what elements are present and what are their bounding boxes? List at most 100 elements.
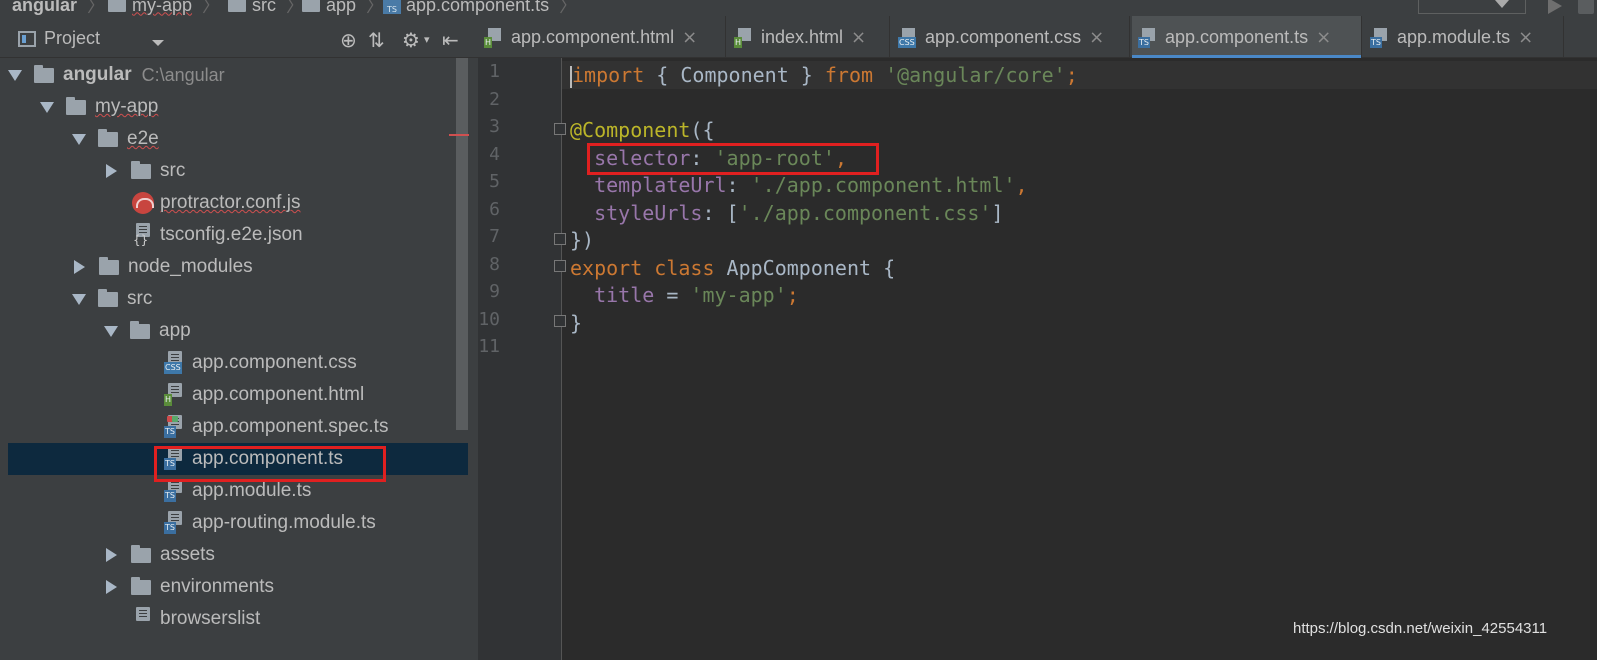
breadcrumb-src[interactable]: src 〉 — [228, 0, 304, 16]
breadcrumb-label: app.component.ts — [406, 0, 550, 15]
close-icon[interactable]: × — [851, 27, 866, 48]
code-token: ({ — [690, 118, 715, 142]
tree-item-tsconfig-e2e[interactable]: {} tsconfig.e2e.json — [8, 219, 468, 251]
expand-arrow-icon[interactable] — [72, 133, 86, 145]
code-editor[interactable]: import { Component } from '@angular/core… — [570, 58, 1597, 660]
code-token: ; — [1065, 63, 1078, 87]
tab-app-module[interactable]: TS app.module.ts × — [1364, 16, 1564, 58]
html-file-icon: H — [484, 26, 504, 48]
tree-item-angular[interactable]: angular C:\angular — [8, 59, 468, 91]
breadcrumb-app[interactable]: app 〉 — [302, 0, 384, 16]
string-literal: '@angular/core' — [885, 63, 1066, 87]
protractor-icon — [132, 192, 154, 214]
tree-item-app-component-css[interactable]: CSS app.component.css — [8, 347, 468, 379]
project-scrollbar[interactable] — [456, 58, 468, 430]
expand-arrow-icon[interactable] — [40, 101, 54, 113]
collapse-arrow-icon[interactable] — [106, 580, 117, 594]
property-title: title — [570, 283, 655, 307]
collapse-arrow-icon[interactable] — [106, 164, 117, 178]
folder-icon — [99, 256, 119, 275]
fold-marker-icon[interactable] — [554, 260, 566, 272]
collapse-arrow-icon[interactable] — [106, 548, 117, 562]
line-number: 1 — [489, 61, 500, 82]
tree-item-node-modules[interactable]: node_modules — [8, 251, 468, 283]
close-icon[interactable]: × — [1089, 27, 1104, 48]
breadcrumb-separator: 〉 — [202, 0, 221, 16]
tree-item-app-routing-module[interactable]: TS app-routing.module.ts — [8, 507, 468, 539]
breadcrumb-angular[interactable]: angular 〉 — [0, 0, 105, 16]
code-token: : — [690, 146, 715, 170]
close-icon[interactable]: × — [1316, 27, 1331, 48]
fold-marker-icon[interactable] — [554, 123, 566, 135]
fold-marker-icon[interactable] — [554, 315, 566, 327]
collapse-all-icon[interactable]: ⇅ — [368, 30, 385, 50]
chevron-down-icon[interactable] — [152, 40, 164, 46]
line-number: 9 — [489, 281, 500, 302]
chevron-down-icon[interactable]: ▾ — [424, 30, 430, 50]
debug-icon[interactable] — [1578, 0, 1594, 14]
code-token: } — [570, 311, 583, 335]
tree-item-assets[interactable]: assets — [8, 539, 468, 571]
hide-panel-icon[interactable]: ⇤ — [442, 30, 459, 50]
typescript-file-icon: TS — [1370, 26, 1390, 48]
string-literal: './app.component.css' — [738, 201, 992, 225]
tree-item-app-module[interactable]: TS app.module.ts — [8, 475, 468, 507]
close-icon[interactable]: × — [682, 27, 697, 48]
decorator: @Component — [570, 118, 691, 142]
close-icon[interactable]: × — [1518, 27, 1533, 48]
tree-item-label: tsconfig.e2e.json — [160, 224, 303, 245]
css-file-icon: CSS — [164, 351, 186, 375]
string-literal: 'app-root' — [714, 146, 835, 170]
tree-item-protractor-conf[interactable]: protractor.conf.js — [8, 187, 468, 219]
code-token: ; — [786, 283, 799, 307]
tab-app-component-ts[interactable]: TS app.component.ts × — [1132, 16, 1362, 58]
breadcrumb-label: angular — [12, 0, 78, 15]
tree-item-environments[interactable]: environments — [8, 571, 468, 603]
tree-item-src[interactable]: src — [8, 283, 468, 315]
code-line-5: templateUrl: './app.component.html', — [570, 171, 1028, 199]
tree-item-my-app[interactable]: my-app — [8, 91, 468, 123]
run-icon[interactable] — [1548, 0, 1562, 14]
tree-item-app[interactable]: app — [8, 315, 468, 347]
text-file-icon — [132, 607, 154, 631]
tree-item-app-component-ts[interactable]: TS app.component.ts — [8, 443, 468, 475]
string-literal: './app.component.html' — [750, 173, 1016, 197]
tab-app-component-html[interactable]: H app.component.html × — [478, 16, 726, 58]
keyword-from: from — [824, 63, 874, 87]
keyword-import: import — [572, 63, 645, 87]
collapse-arrow-icon[interactable] — [74, 260, 85, 274]
css-file-icon: CSS — [898, 26, 918, 48]
tree-item-e2e-src[interactable]: src — [8, 155, 468, 187]
change-marker — [449, 134, 469, 136]
expand-arrow-icon[interactable] — [72, 293, 86, 305]
chevron-down-icon[interactable] — [1495, 0, 1509, 8]
tab-app-component-css[interactable]: CSS app.component.css × — [892, 16, 1130, 58]
expand-arrow-icon[interactable] — [8, 69, 22, 81]
tree-item-label: my-app — [95, 96, 159, 117]
breadcrumb-my-app[interactable]: my-app 〉 — [108, 0, 220, 16]
folder-icon — [98, 288, 118, 307]
folder-icon — [130, 320, 150, 339]
line-number: 3 — [489, 116, 500, 137]
line-number: 11 — [478, 336, 500, 357]
tree-item-app-component-html[interactable]: H app.component.html — [8, 379, 468, 411]
tree-item-label: e2e — [127, 128, 159, 149]
project-view-selector[interactable]: Project — [18, 28, 100, 49]
expand-arrow-icon[interactable] — [104, 325, 118, 337]
project-tree: angular C:\angular my-app e2e src protra… — [0, 58, 468, 660]
locate-file-icon[interactable]: ⊕ — [340, 30, 357, 50]
tree-item-app-component-spec[interactable]: TS app.component.spec.ts — [8, 411, 468, 443]
gear-icon[interactable]: ⚙ — [402, 30, 420, 50]
tree-item-e2e[interactable]: e2e — [8, 123, 468, 155]
tab-label: app.component.css — [925, 26, 1082, 47]
tab-index-html[interactable]: H index.html × — [728, 16, 890, 58]
run-config-dropdown[interactable] — [1418, 0, 1526, 14]
tree-item-browserslist[interactable]: browserslist — [8, 603, 468, 635]
html-file-icon: H — [164, 383, 186, 407]
property-style-urls: styleUrls — [570, 201, 703, 225]
fold-marker-icon[interactable] — [554, 233, 566, 245]
folder-icon — [108, 0, 126, 12]
breadcrumb-file[interactable]: TS app.component.ts 〉 — [383, 0, 577, 16]
